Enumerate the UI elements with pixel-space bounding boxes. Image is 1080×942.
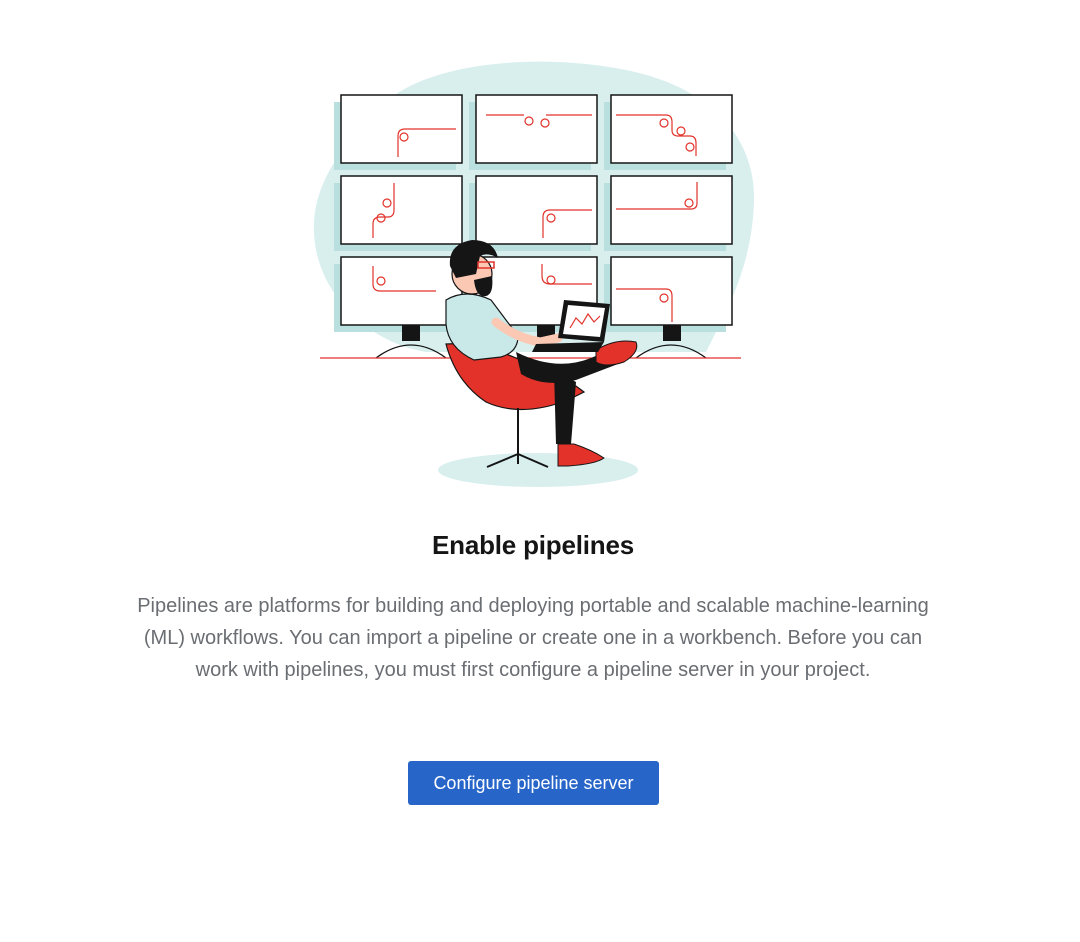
chair-shadow xyxy=(438,453,638,487)
configure-pipeline-server-button[interactable]: Configure pipeline server xyxy=(408,761,659,805)
empty-state-title: Enable pipelines xyxy=(432,530,634,560)
pipelines-illustration xyxy=(313,61,755,487)
empty-state: Enable pipelines Pipelines are platforms… xyxy=(0,0,1080,942)
empty-state-description: Pipelines are platforms for building and… xyxy=(137,595,929,681)
